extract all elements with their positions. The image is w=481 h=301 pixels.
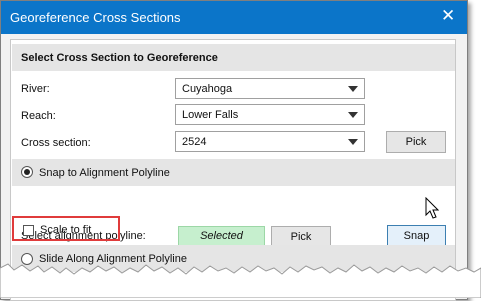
scale-to-fit-checkbox[interactable] — [23, 225, 34, 236]
reach-value: Lower Falls — [182, 109, 239, 121]
river-label: River: — [21, 83, 50, 95]
reach-label: Reach: — [21, 110, 56, 122]
snap-radio[interactable] — [21, 166, 33, 178]
snap-button[interactable]: Snap — [387, 225, 446, 247]
cross-section-label: Cross section: — [21, 137, 91, 149]
section-snap-alignment[interactable]: Snap to Alignment Polyline — [12, 159, 455, 186]
scale-to-fit-label: Scale to fit — [40, 224, 92, 236]
reach-dropdown[interactable]: Lower Falls — [175, 104, 365, 125]
title-bar: Georeference Cross Sections ✕ — [1, 1, 467, 34]
chevron-down-icon — [348, 139, 358, 145]
chevron-down-icon — [348, 86, 358, 92]
snap-radio-label: Snap to Alignment Polyline — [39, 167, 170, 179]
mouse-cursor-icon — [425, 197, 439, 219]
section-title: Select Cross Section to Georeference — [21, 52, 218, 64]
window-title: Georeference Cross Sections — [10, 10, 181, 25]
polyline-status: Selected — [178, 226, 265, 247]
river-value: Cuyahoga — [182, 83, 233, 95]
cross-section-value: 2524 — [182, 136, 207, 148]
scale-to-fit-highlight: Scale to fit — [12, 216, 120, 241]
cross-section-dropdown[interactable]: 2524 — [175, 131, 365, 152]
dialog-window: Georeference Cross Sections ✕ Select Cro… — [0, 0, 468, 301]
section-select-cross-section: Select Cross Section to Georeference — [12, 44, 455, 71]
river-dropdown[interactable]: Cuyahoga — [175, 78, 365, 99]
pick-cross-section-button[interactable]: Pick — [386, 131, 446, 153]
chevron-down-icon — [348, 112, 358, 118]
close-icon[interactable]: ✕ — [441, 7, 455, 24]
torn-edge-decoration — [0, 263, 481, 298]
